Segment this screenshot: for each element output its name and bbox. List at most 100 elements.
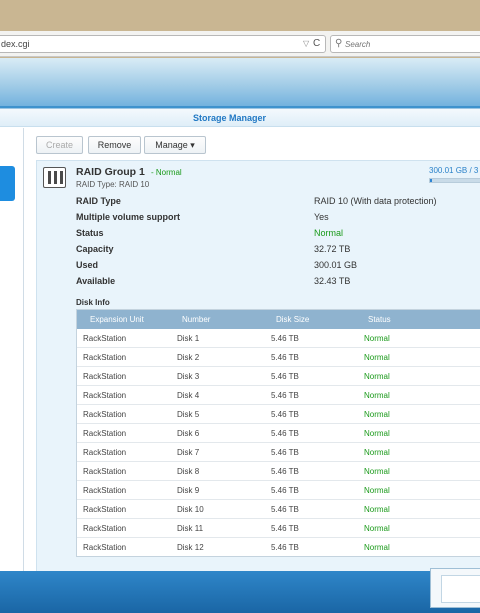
row-expansion-unit: RackStation: [83, 353, 127, 362]
row-status: Normal: [364, 524, 390, 533]
prop-label-status: Status: [76, 228, 104, 238]
column-header-disk-size[interactable]: Disk Size: [276, 315, 309, 324]
row-number: Disk 1: [177, 334, 200, 343]
row-number: Disk 10: [177, 505, 204, 514]
row-expansion-unit: RackStation: [83, 448, 127, 457]
usage-text: 300.01 GB / 3: [429, 166, 479, 175]
row-disk-size: 5.46 TB: [271, 505, 299, 514]
row-disk-size: 5.46 TB: [271, 372, 299, 381]
raid-group-panel: RAID Group 1 - Normal RAID Type: RAID 10…: [36, 160, 480, 573]
prop-label-used: Used: [76, 260, 99, 270]
background-window-content: [441, 575, 480, 603]
row-expansion-unit: RackStation: [83, 410, 127, 419]
prop-label-raid-type: RAID Type: [76, 196, 121, 206]
row-number: Disk 11: [177, 524, 204, 533]
row-status: Normal: [364, 410, 390, 419]
prop-value-used: 300.01 GB: [314, 260, 358, 270]
table-header: Expansion Unit Number Disk Size Status: [77, 310, 480, 329]
row-expansion-unit: RackStation: [83, 486, 127, 495]
row-disk-size: 5.46 TB: [271, 410, 299, 419]
table-row[interactable]: RackStation Disk 2 5.46 TB Normal: [77, 348, 480, 367]
table-row[interactable]: RackStation Disk 12 5.46 TB Normal: [77, 538, 480, 556]
sidebar: [0, 128, 24, 613]
row-status: Normal: [364, 429, 390, 438]
row-expansion-unit: RackStation: [83, 505, 127, 514]
row-number: Disk 9: [177, 486, 200, 495]
background-window[interactable]: [430, 568, 480, 608]
row-disk-size: 5.46 TB: [271, 448, 299, 457]
table-row[interactable]: RackStation Disk 6 5.46 TB Normal: [77, 424, 480, 443]
row-expansion-unit: RackStation: [83, 524, 127, 533]
row-status: Normal: [364, 505, 390, 514]
row-number: Disk 3: [177, 372, 200, 381]
row-number: Disk 6: [177, 429, 200, 438]
row-disk-size: 5.46 TB: [271, 486, 299, 495]
manage-button[interactable]: Manage ▾: [144, 136, 206, 154]
table-row[interactable]: RackStation Disk 8 5.46 TB Normal: [77, 462, 480, 481]
row-status: Normal: [364, 372, 390, 381]
search-box[interactable]: ⚲: [330, 35, 480, 53]
raid-status-inline: - Normal: [151, 168, 182, 177]
prop-value-multiple-volume: Yes: [314, 212, 329, 222]
row-status: Normal: [364, 467, 390, 476]
row-status: Normal: [364, 486, 390, 495]
prop-label-multiple-volume: Multiple volume support: [76, 212, 181, 222]
row-number: Disk 8: [177, 467, 200, 476]
row-expansion-unit: RackStation: [83, 467, 127, 476]
table-row[interactable]: RackStation Disk 5 5.46 TB Normal: [77, 405, 480, 424]
table-row[interactable]: RackStation Disk 11 5.46 TB Normal: [77, 519, 480, 538]
desktop: Storage Manager Create Remove Manage ▾ R…: [0, 58, 480, 613]
row-number: Disk 4: [177, 391, 200, 400]
row-number: Disk 7: [177, 448, 200, 457]
row-status: Normal: [364, 448, 390, 457]
row-expansion-unit: RackStation: [83, 372, 127, 381]
row-status: Normal: [364, 353, 390, 362]
window-header: Storage Manager: [0, 109, 480, 127]
usage-bar-fill: [430, 179, 432, 182]
row-disk-size: 5.46 TB: [271, 391, 299, 400]
row-status: Normal: [364, 543, 390, 552]
table-row[interactable]: RackStation Disk 1 5.46 TB Normal: [77, 329, 480, 348]
create-button[interactable]: Create: [36, 136, 83, 154]
prop-label-capacity: Capacity: [76, 244, 114, 254]
storage-manager-window: Storage Manager Create Remove Manage ▾ R…: [0, 108, 480, 613]
column-header-expansion-unit[interactable]: Expansion Unit: [90, 315, 144, 324]
row-number: Disk 12: [177, 543, 204, 552]
row-expansion-unit: RackStation: [83, 391, 127, 400]
desktop-bottom-band: [0, 571, 480, 613]
sidebar-selected-item[interactable]: [0, 166, 15, 201]
prop-label-available: Available: [76, 276, 116, 286]
table-row[interactable]: RackStation Disk 3 5.46 TB Normal: [77, 367, 480, 386]
row-number: Disk 5: [177, 410, 200, 419]
column-header-status[interactable]: Status: [368, 315, 391, 324]
row-expansion-unit: RackStation: [83, 429, 127, 438]
table-row[interactable]: RackStation Disk 9 5.46 TB Normal: [77, 481, 480, 500]
url-bar[interactable]: dex.cgi ▽ C: [0, 35, 326, 53]
reload-icon[interactable]: C: [313, 38, 320, 49]
prop-value-status: Normal: [314, 228, 344, 238]
row-disk-size: 5.46 TB: [271, 543, 299, 552]
raid-type-subtitle: RAID Type: RAID 10: [76, 180, 150, 189]
table-row[interactable]: RackStation Disk 10 5.46 TB Normal: [77, 500, 480, 519]
remove-button[interactable]: Remove: [88, 136, 141, 154]
row-disk-size: 5.46 TB: [271, 467, 299, 476]
url-dropdown-icon[interactable]: ▽: [303, 39, 309, 48]
prop-value-raid-type: RAID 10 (With data protection): [314, 196, 437, 206]
search-input[interactable]: [345, 37, 480, 51]
row-status: Normal: [364, 391, 390, 400]
row-expansion-unit: RackStation: [83, 334, 127, 343]
raid-group-title: RAID Group 1: [76, 166, 145, 178]
url-text[interactable]: dex.cgi: [1, 39, 30, 49]
table-row[interactable]: RackStation Disk 4 5.46 TB Normal: [77, 386, 480, 405]
search-icon: ⚲: [335, 38, 343, 49]
table-row[interactable]: RackStation Disk 7 5.46 TB Normal: [77, 443, 480, 462]
disk-info-heading: Disk Info: [76, 298, 110, 307]
desktop-top-band: [0, 58, 480, 106]
row-expansion-unit: RackStation: [83, 543, 127, 552]
prop-value-capacity: 32.72 TB: [314, 244, 351, 254]
browser-navbar: dex.cgi ▽ C ⚲: [0, 31, 480, 57]
window-title: Storage Manager: [193, 113, 267, 123]
column-header-number[interactable]: Number: [182, 315, 210, 324]
row-number: Disk 2: [177, 353, 200, 362]
raid-drive-icon: [43, 167, 66, 188]
